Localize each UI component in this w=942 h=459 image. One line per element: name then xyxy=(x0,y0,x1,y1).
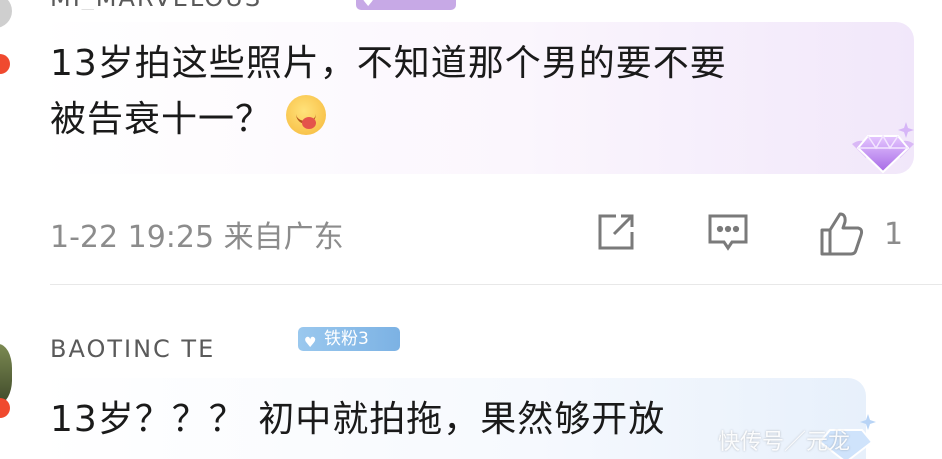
like-count: 1 xyxy=(884,216,904,252)
share-icon xyxy=(598,214,634,250)
comment-location: 来自广东 xyxy=(223,220,344,255)
comment-text-line: 被告衰十一？ xyxy=(50,92,890,148)
comment-username[interactable]: MI_MARVELOUS xyxy=(50,0,262,10)
heart-icon: ♥ xyxy=(362,0,375,10)
comment-username[interactable]: BAOTINC TE xyxy=(50,327,215,361)
fan-badge-label: 铁粉3 xyxy=(324,329,369,349)
like-button[interactable]: 1 xyxy=(818,210,903,258)
avatar[interactable] xyxy=(0,0,12,28)
fan-badge[interactable]: ♥ xyxy=(356,0,456,10)
comment-icon xyxy=(708,214,748,251)
heart-icon: ♥ xyxy=(304,335,317,351)
comment-timestamp: 1-22 19:25 xyxy=(50,220,215,255)
fan-badge[interactable]: ♥ 铁粉3 xyxy=(298,327,400,351)
share-button[interactable] xyxy=(594,210,638,254)
avatar-badge xyxy=(0,398,10,418)
avatar[interactable] xyxy=(0,344,12,404)
avatar-badge xyxy=(0,54,10,74)
diamond-icon xyxy=(852,122,914,174)
watermark: 快传号／元龙 xyxy=(718,430,851,455)
drooling-face-emoji-icon xyxy=(286,95,327,135)
comment-text-line-2: 被告衰十一？ xyxy=(50,99,273,140)
comment-divider xyxy=(50,284,942,285)
comment-text-line: 13岁拍这些照片，不知道那个男的要不要 xyxy=(50,43,727,84)
comment-meta: 1-22 19:25 来自广东 xyxy=(50,212,344,256)
thumbs-up-icon xyxy=(820,212,864,256)
reply-button[interactable] xyxy=(706,210,750,254)
comment-text: 13岁拍这些照片，不知道那个男的要不要 被告衰十一？ xyxy=(50,36,890,148)
